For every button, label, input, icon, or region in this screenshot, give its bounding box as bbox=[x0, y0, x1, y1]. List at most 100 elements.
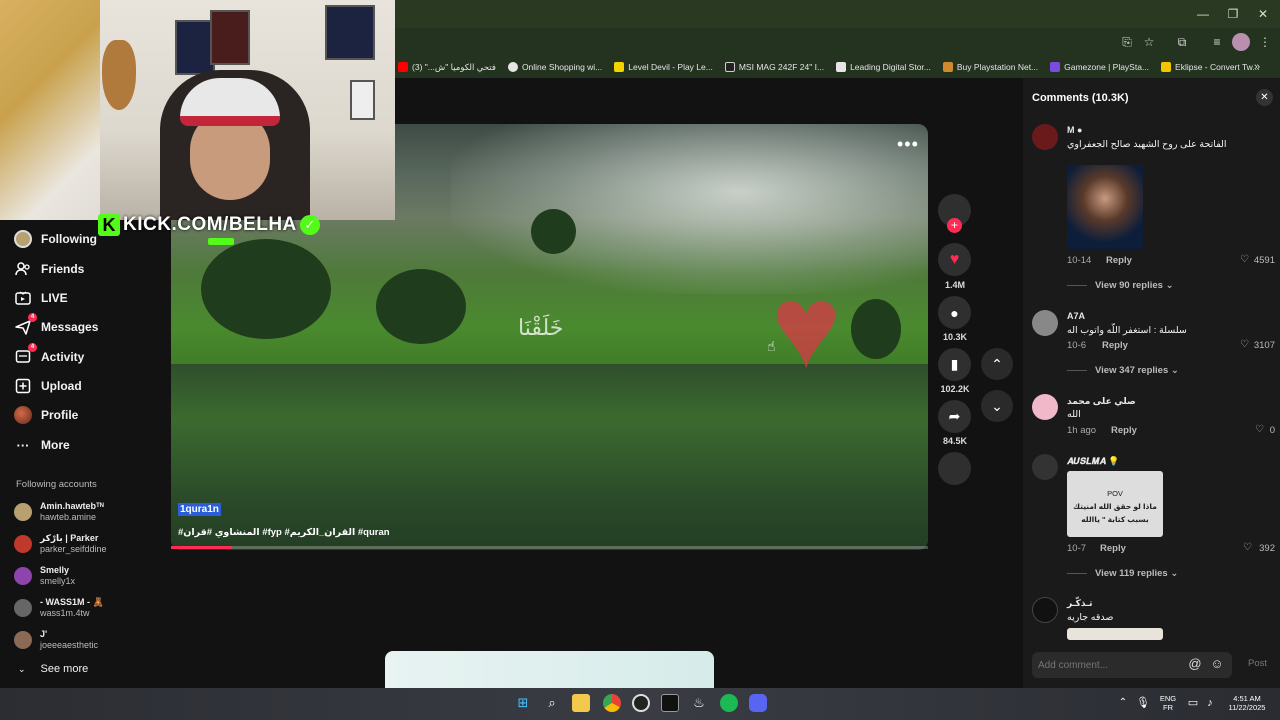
avatar[interactable] bbox=[1032, 454, 1058, 480]
comment-image[interactable]: POV ماذا لو حقق الله امنيتك بسبب كتابة "… bbox=[1067, 471, 1163, 537]
restore-icon[interactable]: ❐ bbox=[1218, 4, 1248, 24]
comment-image[interactable] bbox=[1067, 628, 1163, 640]
following-account[interactable]: Smelly smelly1x bbox=[14, 565, 75, 587]
post-comment-button[interactable]: Post bbox=[1248, 658, 1267, 669]
following-account[interactable]: بارْكر | Parker parker_seifddine bbox=[14, 533, 107, 555]
discord-icon[interactable] bbox=[749, 694, 767, 712]
search-icon[interactable]: ⌕ bbox=[543, 694, 561, 712]
more-icon: ··· bbox=[16, 437, 30, 453]
sidebar-item-live[interactable]: LIVE bbox=[14, 289, 68, 307]
chevron-up-icon[interactable]: ⌃ bbox=[1114, 694, 1132, 712]
sidebar-item-messages[interactable]: 4 Messages bbox=[14, 313, 98, 336]
view-replies-button[interactable]: View 119 replies ⌄ bbox=[1067, 568, 1178, 579]
bookmark[interactable]: فتحي الكوميا "ش..." (3) bbox=[398, 62, 496, 73]
comment-author[interactable]: صلي على محمد bbox=[1067, 396, 1136, 407]
view-replies-button[interactable]: View 90 replies ⌄ bbox=[1067, 280, 1174, 291]
bookmark[interactable]: Gamezone | PlaySta... bbox=[1050, 62, 1149, 72]
video-scene bbox=[376, 269, 466, 344]
save-button[interactable]: ▮ bbox=[938, 348, 971, 381]
network-icon[interactable]: ▭ bbox=[1184, 694, 1202, 712]
chevron-down-icon: ⌄ bbox=[18, 663, 26, 674]
microphone-icon[interactable]: 🎙 bbox=[1134, 694, 1152, 712]
next-video-preview[interactable] bbox=[385, 651, 714, 691]
avatar[interactable] bbox=[1032, 597, 1058, 623]
reply-button[interactable]: Reply bbox=[1100, 543, 1126, 554]
bookmark-favicon-icon bbox=[1050, 62, 1061, 72]
video-more-options-icon[interactable]: ••• bbox=[897, 134, 919, 155]
bookmark[interactable]: Level Devil - Play Le... bbox=[614, 62, 713, 72]
like-button[interactable]: ♥ bbox=[938, 243, 971, 276]
following-account[interactable]: - WASS1M - 🧸 wass1m.4tw bbox=[14, 597, 104, 619]
video-progress-bar[interactable] bbox=[171, 546, 928, 549]
kick-channel-overlay: K KICK.COM/BELHA ✓ bbox=[98, 214, 320, 236]
webcam-scene bbox=[350, 80, 375, 120]
sound-avatar[interactable] bbox=[938, 452, 971, 485]
previous-video-button[interactable]: ⌃ bbox=[981, 348, 1013, 380]
close-comments-icon[interactable]: ✕ bbox=[1256, 89, 1273, 106]
steam-icon[interactable]: ♨ bbox=[690, 694, 708, 712]
avatar bbox=[14, 535, 32, 553]
emoji-icon[interactable]: ☺ bbox=[1209, 656, 1225, 672]
webcam-overlay bbox=[0, 0, 395, 220]
windows-start-icon[interactable]: ⊞ bbox=[514, 694, 532, 712]
following-account[interactable]: Amin.hawtebᵀᴺ hawteb.amine bbox=[14, 501, 104, 523]
reply-button[interactable]: Reply bbox=[1106, 255, 1132, 266]
bookmark-icon: ▮ bbox=[950, 356, 959, 372]
share-button[interactable]: ➦ bbox=[938, 400, 971, 433]
browser-menu-icon[interactable]: ⋮ bbox=[1256, 33, 1274, 51]
comment-image[interactable] bbox=[1067, 165, 1143, 249]
sidebar-item-friends[interactable]: Friends bbox=[14, 260, 84, 278]
avatar[interactable] bbox=[1032, 310, 1058, 336]
comment-author[interactable]: تـذكّـر bbox=[1067, 598, 1093, 609]
clock[interactable]: 4:51 AM 11/22/2025 bbox=[1222, 694, 1272, 712]
reply-button[interactable]: Reply bbox=[1102, 340, 1128, 351]
follow-plus-icon[interactable]: + bbox=[947, 218, 962, 233]
volume-icon[interactable]: ♪ bbox=[1201, 694, 1219, 712]
extensions-icon[interactable]: ⧉ bbox=[1173, 33, 1191, 51]
bookmark[interactable]: Online Shopping wi... bbox=[507, 62, 602, 72]
chrome-icon[interactable] bbox=[603, 694, 621, 712]
view-replies-button[interactable]: View 347 replies ⌄ bbox=[1067, 365, 1179, 376]
webcam-scene bbox=[210, 10, 250, 65]
avatar bbox=[14, 503, 32, 521]
input-language[interactable]: ENG FR bbox=[1156, 694, 1180, 712]
sidebar-item-profile[interactable]: Profile bbox=[14, 406, 78, 424]
close-window-icon[interactable]: ✕ bbox=[1248, 4, 1278, 24]
profile-avatar-icon[interactable] bbox=[1232, 33, 1250, 51]
obs-icon[interactable] bbox=[632, 694, 650, 712]
activity-icon: 4 bbox=[14, 343, 37, 366]
comment-button[interactable]: ● bbox=[938, 296, 971, 329]
sidebar-item-activity[interactable]: 4 Activity bbox=[14, 343, 84, 366]
avatar[interactable] bbox=[1032, 124, 1058, 150]
see-more-button[interactable]: ⌄ See more bbox=[18, 663, 88, 675]
avatar[interactable] bbox=[1032, 394, 1058, 420]
bookmark[interactable]: Eklipse - Convert Tw... bbox=[1161, 62, 1259, 72]
following-account[interactable]: J' joeeeaesthetic bbox=[14, 629, 98, 651]
next-video-button[interactable]: ⌄ bbox=[981, 390, 1013, 422]
sidebar-item-more[interactable]: ··· More bbox=[14, 436, 70, 454]
video-author[interactable]: 1qura1n bbox=[178, 503, 221, 516]
epic-games-icon[interactable] bbox=[661, 694, 679, 712]
friends-icon bbox=[14, 260, 32, 278]
comment-author[interactable]: M ● bbox=[1067, 125, 1082, 135]
comment-like-count: 3107 bbox=[1253, 340, 1275, 351]
bookmark-star-icon[interactable]: ☆ bbox=[1140, 33, 1158, 51]
like-animation-heart-icon: ♥ bbox=[770, 261, 842, 393]
minimize-icon[interactable]: — bbox=[1188, 4, 1218, 24]
bookmark[interactable]: MSI MAG 242F 24" I... bbox=[724, 62, 824, 72]
spotify-icon[interactable] bbox=[720, 694, 738, 712]
sidebar-item-following[interactable]: Following bbox=[14, 230, 97, 248]
comment-author[interactable]: A7A bbox=[1067, 311, 1085, 321]
sidebar-item-upload[interactable]: Upload bbox=[14, 377, 82, 395]
file-explorer-icon[interactable] bbox=[572, 694, 590, 712]
reply-button[interactable]: Reply bbox=[1111, 425, 1137, 436]
more-bookmarks-icon[interactable]: » bbox=[1248, 58, 1266, 76]
bookmark[interactable]: Leading Digital Stor... bbox=[836, 62, 931, 72]
media-control-icon[interactable]: ≡ bbox=[1208, 33, 1226, 51]
bookmark[interactable]: Buy Playstation Net... bbox=[942, 62, 1038, 72]
comments-title: Comments (10.3K) bbox=[1032, 92, 1129, 104]
mention-icon[interactable]: @ bbox=[1187, 656, 1203, 672]
install-app-icon[interactable]: ⎘ bbox=[1118, 33, 1136, 51]
profile-icon bbox=[14, 406, 32, 424]
comment-author[interactable]: 𝑨𝑼𝑺𝑳𝑴𝑨 💡 bbox=[1067, 456, 1119, 467]
